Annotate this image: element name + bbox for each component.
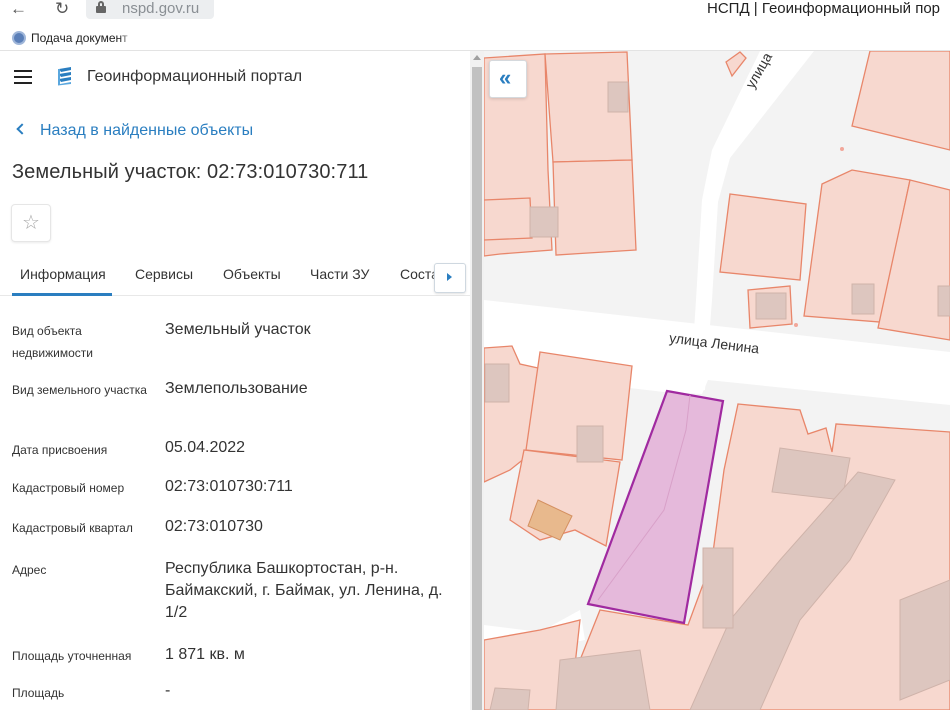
property-value: 02:73:010730:711	[165, 478, 293, 495]
bookmark-favicon-icon	[12, 31, 26, 45]
window-title: НСПД | Геоинформационный пор	[707, 0, 940, 17]
building	[576, 425, 604, 463]
property-value: -	[165, 682, 171, 699]
building	[484, 363, 510, 403]
back-link-label: Назад в найденные объекты	[40, 122, 254, 139]
active-tab-indicator	[12, 293, 112, 296]
panel-scrollbar[interactable]	[470, 51, 484, 710]
property-label: Площадь	[12, 686, 65, 700]
browser-toolbar: ← ↻ nspd.gov.ru НСПД | Геоинформационный…	[0, 0, 950, 22]
double-chevron-left-icon: «	[499, 65, 512, 90]
parcel	[851, 51, 950, 151]
building	[851, 283, 875, 315]
lock-icon	[96, 1, 106, 13]
back-arrow-icon[interactable]: ←	[10, 0, 27, 18]
parcel	[484, 197, 533, 241]
portal-title: Геоинформационный портал	[87, 68, 303, 85]
property-label: Кадастровый квартал	[12, 521, 133, 535]
parcel	[719, 193, 807, 281]
menu-icon[interactable]	[14, 70, 32, 84]
tab-bar: Информация Сервисы Объекты Части ЗУ Сост…	[0, 256, 470, 296]
cadastral-map[interactable]	[484, 51, 950, 710]
property-value: 05.04.2022	[165, 439, 246, 456]
marker-dot	[840, 147, 844, 151]
property-label: Адрес	[12, 563, 47, 577]
scroll-up-arrow-icon[interactable]	[473, 55, 481, 60]
map-view[interactable]: улица Ленина улица	[484, 51, 950, 710]
property-label: Кадастровый номер	[12, 481, 125, 495]
parcel	[552, 159, 637, 256]
building	[899, 579, 950, 701]
address-bar[interactable]: nspd.gov.ru	[86, 0, 214, 19]
star-icon: ☆	[22, 212, 40, 234]
property-value: 1 871 кв. м	[165, 646, 245, 663]
property-label: Площадь уточненная	[12, 649, 132, 663]
marker-dot	[794, 323, 798, 327]
building	[489, 687, 531, 710]
bookmarks-bar: Подача документ	[0, 29, 950, 49]
parcel	[725, 51, 747, 78]
collapse-panel-button[interactable]: «	[489, 60, 527, 98]
info-panel: Геоинформационный портал Назад в найденн…	[0, 51, 470, 710]
property-label: Вид объекта недвижимости	[12, 324, 93, 360]
property-value: Землепользование	[165, 380, 308, 397]
building	[937, 285, 950, 317]
back-to-results-link[interactable]: Назад в найденные объекты	[16, 122, 254, 140]
tab-information[interactable]: Информация	[20, 266, 106, 282]
property-value: 02:73:010730	[165, 518, 263, 535]
building	[755, 292, 787, 320]
scrollbar-thumb[interactable]	[472, 67, 482, 710]
object-title: Земельный участок: 02:73:010730:711	[12, 161, 369, 183]
property-value: Земельный участок	[165, 321, 311, 338]
property-label: Вид земельного участка	[12, 383, 147, 397]
tab-parts[interactable]: Части ЗУ	[310, 266, 369, 282]
reload-icon[interactable]: ↻	[55, 0, 69, 18]
caret-right-icon	[447, 273, 452, 281]
building	[702, 547, 734, 629]
tab-objects[interactable]: Объекты	[223, 266, 281, 282]
address-value: Республика Башкортостан, р-н. Баймакский…	[165, 560, 443, 621]
parcel	[509, 449, 621, 547]
chevron-left-icon	[16, 123, 28, 135]
bookmark-item[interactable]: Подача документ	[31, 31, 135, 45]
building	[555, 649, 651, 710]
tabs-scroll-right-button[interactable]	[434, 263, 466, 293]
url-text: nspd.gov.ru	[122, 0, 200, 17]
favorite-button[interactable]: ☆	[11, 204, 51, 242]
tab-services[interactable]: Сервисы	[135, 266, 193, 282]
building	[607, 81, 629, 113]
portal-logo-icon	[58, 67, 71, 86]
building	[529, 206, 559, 238]
property-label: Дата присвоения	[12, 443, 108, 457]
